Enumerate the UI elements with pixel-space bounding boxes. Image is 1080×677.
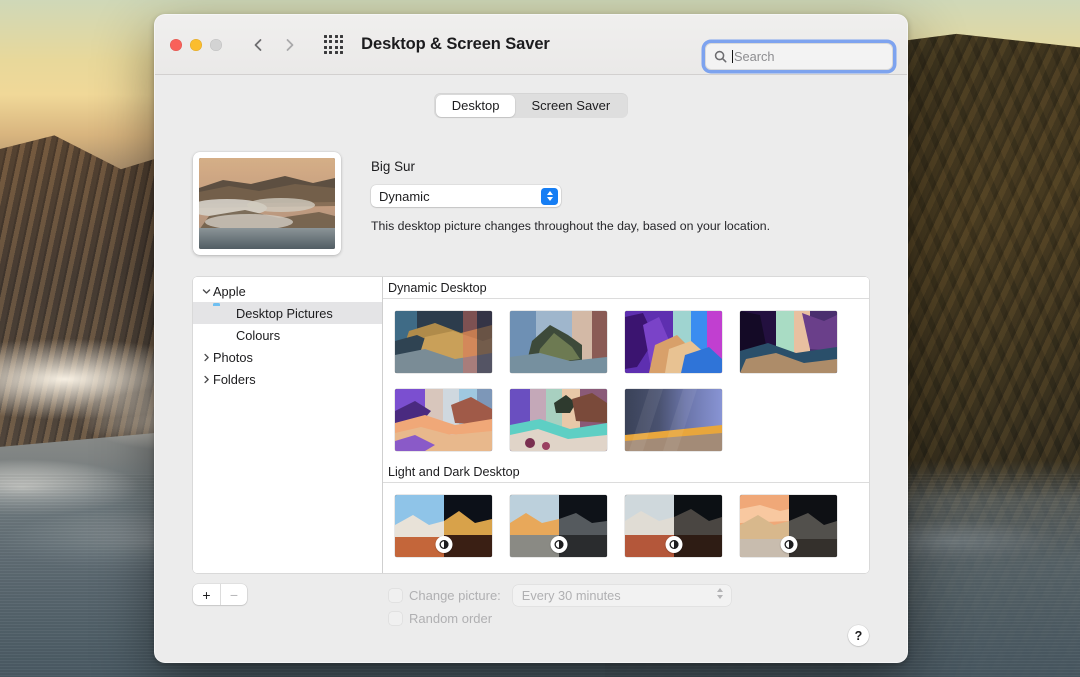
thumbnail-row-dynamic xyxy=(383,299,869,461)
wallpaper-thumbnail[interactable] xyxy=(740,495,837,557)
chevron-right-icon[interactable] xyxy=(199,353,213,362)
preview-row: Big Sur Dynamic This desktop picture cha… xyxy=(171,134,891,255)
minimize-button[interactable] xyxy=(190,38,202,51)
change-picture-row: Change picture: Every 30 minutes xyxy=(389,584,731,607)
light-dark-icon xyxy=(550,536,567,553)
wallpaper-thumbnail[interactable] xyxy=(510,389,607,451)
wallpaper-browser: Apple Desktop Pictures Colours Photos Fo… xyxy=(193,277,869,573)
add-folder-button[interactable]: + xyxy=(193,584,220,605)
bottom-bar: + − Change picture: Every 30 minutes Ran… xyxy=(193,584,869,654)
wallpaper-grid[interactable]: Dynamic Desktop Light and Dark Desktop xyxy=(383,277,869,573)
wallpaper-mode-dropdown[interactable]: Dynamic xyxy=(371,185,561,207)
chevron-right-icon[interactable] xyxy=(282,37,298,53)
grid-apps-icon[interactable] xyxy=(324,34,344,55)
wallpaper-thumbnail[interactable] xyxy=(395,311,492,373)
search-container: Search xyxy=(705,43,893,70)
change-picture-label: Change picture: xyxy=(409,588,501,603)
source-sidebar: Apple Desktop Pictures Colours Photos Fo… xyxy=(193,277,383,573)
chevron-down-icon[interactable] xyxy=(199,287,213,296)
current-wallpaper-preview[interactable] xyxy=(193,152,341,255)
add-remove-source-control: + − xyxy=(193,584,247,605)
segmented-control: Desktop Screen Saver xyxy=(434,93,628,118)
chevron-right-icon[interactable] xyxy=(199,375,213,384)
wallpaper-thumbnail[interactable] xyxy=(395,389,492,451)
search-icon xyxy=(714,50,727,63)
section-header-light-dark-desktop: Light and Dark Desktop xyxy=(383,461,869,483)
sidebar-item-apple[interactable]: Apple xyxy=(193,280,382,302)
desktop-wallpaper: Desktop & Screen Saver Search Desktop Sc… xyxy=(0,0,1080,677)
change-interval-dropdown[interactable]: Every 30 minutes xyxy=(512,585,731,606)
remove-folder-button[interactable]: − xyxy=(220,584,247,605)
sidebar-item-photos[interactable]: Photos xyxy=(193,346,382,368)
text-caret xyxy=(732,50,733,63)
tab-bar: Desktop Screen Saver xyxy=(155,75,907,126)
change-interval-value: Every 30 minutes xyxy=(521,588,621,603)
close-button[interactable] xyxy=(170,38,182,51)
page-title: Desktop & Screen Saver xyxy=(361,35,550,53)
sidebar-item-label: Photos xyxy=(213,349,253,365)
navigation-buttons xyxy=(250,37,298,53)
chevron-up-down-icon xyxy=(541,187,558,205)
wallpaper-thumbnail[interactable] xyxy=(625,495,722,557)
desktop-pane: Big Sur Dynamic This desktop picture cha… xyxy=(171,134,891,654)
sidebar-item-label: Folders xyxy=(213,371,256,387)
system-preferences-window: Desktop & Screen Saver Search Desktop Sc… xyxy=(154,14,908,663)
folder-icon xyxy=(213,306,230,321)
rotation-options: Change picture: Every 30 minutes Random … xyxy=(389,584,731,630)
search-placeholder: Search xyxy=(734,49,775,64)
section-header-dynamic-desktop: Dynamic Desktop xyxy=(383,277,869,299)
change-picture-checkbox[interactable] xyxy=(389,589,402,602)
random-order-checkbox[interactable] xyxy=(389,612,402,625)
light-dark-icon xyxy=(665,536,682,553)
wallpaper-thumbnail[interactable] xyxy=(625,389,722,451)
wallpaper-description: This desktop picture changes throughout … xyxy=(371,219,770,233)
wallpaper-thumbnail[interactable] xyxy=(625,311,722,373)
thumbnail-row-light-dark xyxy=(383,483,869,567)
sidebar-item-label: Colours xyxy=(236,327,281,343)
color-wheel-icon xyxy=(213,328,230,343)
sidebar-item-colours[interactable]: Colours xyxy=(193,324,382,346)
wallpaper-thumbnail[interactable] xyxy=(740,311,837,373)
wallpaper-thumbnail[interactable] xyxy=(510,311,607,373)
light-dark-icon xyxy=(435,536,452,553)
light-dark-icon xyxy=(780,536,797,553)
random-order-label: Random order xyxy=(409,611,493,626)
tab-desktop[interactable]: Desktop xyxy=(435,94,516,117)
traffic-light-group xyxy=(170,38,222,51)
tab-screen-saver[interactable]: Screen Saver xyxy=(515,95,626,117)
zoom-button[interactable] xyxy=(210,38,222,51)
chevron-left-icon[interactable] xyxy=(250,37,266,53)
help-button[interactable]: ? xyxy=(848,625,869,646)
sidebar-item-folders[interactable]: Folders xyxy=(193,368,382,390)
chevron-up-down-icon xyxy=(716,588,723,599)
window-titlebar: Desktop & Screen Saver Search xyxy=(155,15,907,75)
wallpaper-thumbnail[interactable] xyxy=(510,495,607,557)
wallpaper-thumbnail[interactable] xyxy=(395,495,492,557)
preview-thumbnail-image xyxy=(199,158,335,249)
preview-info: Big Sur Dynamic This desktop picture cha… xyxy=(371,152,770,255)
random-order-row: Random order xyxy=(389,607,731,630)
wallpaper-mode-value: Dynamic xyxy=(379,188,430,204)
sidebar-item-label: Apple xyxy=(213,283,246,299)
sidebar-item-desktop-pictures[interactable]: Desktop Pictures xyxy=(193,302,382,324)
search-input[interactable]: Search xyxy=(705,43,893,70)
sidebar-item-label: Desktop Pictures xyxy=(236,305,333,321)
wallpaper-name: Big Sur xyxy=(371,159,415,174)
